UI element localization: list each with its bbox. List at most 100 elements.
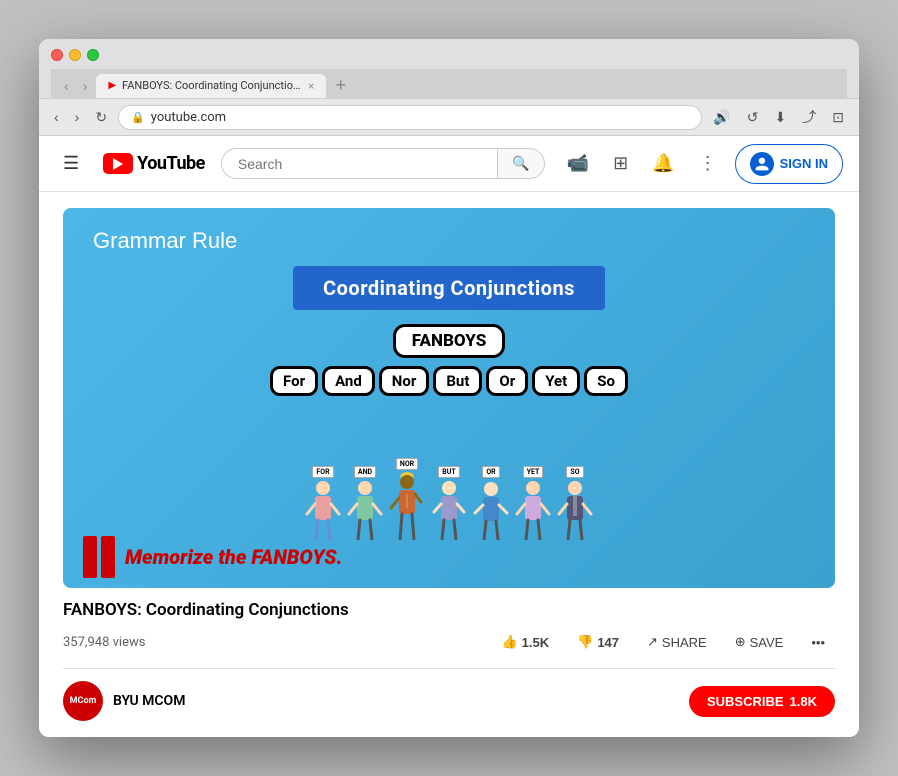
fanboys-word-so: So	[584, 366, 628, 396]
browser-window: ‹ › ▶ FANBOYS: Coordinating Conjunctions…	[39, 39, 859, 737]
traffic-lights	[51, 49, 847, 61]
character-for: FOR	[305, 466, 341, 540]
character-nor: NOR	[389, 458, 425, 540]
fanboys-container: FANBOYS ForAndNorButOrYetSo	[270, 324, 628, 396]
memorize-text: Memorize the FANBOYS.	[125, 545, 342, 569]
avatar-text: MCom	[70, 696, 97, 706]
tab-label: FANBOYS: Coordinating Conjunctions	[122, 79, 302, 92]
create-video-button[interactable]: 📹	[561, 147, 595, 180]
yt-main: Grammar Rule Coordinating Conjunctions F…	[39, 192, 859, 737]
fanboys-word-but: But	[433, 366, 482, 396]
more-options-button[interactable]: ⋮	[693, 147, 723, 180]
pause-overlay: Memorize the FANBOYS. pause now	[83, 536, 342, 578]
like-count: 1.5K	[522, 635, 549, 650]
volume-button[interactable]: 🔊	[708, 106, 735, 129]
refresh-button[interactable]: ↺	[742, 106, 764, 129]
forward-button[interactable]: ›	[78, 76, 93, 96]
dislike-count: 147	[597, 635, 619, 650]
back-button[interactable]: ‹	[59, 76, 74, 96]
sign-in-icon	[750, 152, 774, 176]
character-and-svg	[347, 480, 383, 540]
search-button[interactable]: 🔍	[497, 148, 544, 179]
reading-mode-button[interactable]: ⊡	[827, 106, 849, 129]
video-thumbnail[interactable]: Grammar Rule Coordinating Conjunctions F…	[63, 208, 835, 588]
search-container: 🔍	[221, 148, 545, 179]
share-button[interactable]: ⤴	[797, 104, 821, 130]
channel-avatar[interactable]: MCom	[63, 681, 103, 721]
reload-button[interactable]: ↻	[90, 106, 112, 129]
fanboys-word-or: Or	[486, 366, 528, 396]
video-stats-row: 357,948 views 👍 1.5K 👎 147 ↗ SHARE	[63, 628, 835, 656]
character-yet-svg	[515, 480, 551, 540]
yt-logo-icon	[103, 153, 133, 174]
divider	[63, 668, 835, 669]
yt-header: ☰ YouTube 🔍 📹 ⊞ 🔔 ⋮ SIGN IN	[39, 136, 859, 192]
download-icon[interactable]: ⬇	[770, 106, 792, 129]
fanboys-word-yet: Yet	[532, 366, 580, 396]
youtube-page: ☰ YouTube 🔍 📹 ⊞ 🔔 ⋮ SIGN IN	[39, 136, 859, 737]
character-or-svg	[473, 480, 509, 540]
ellipsis-icon: •••	[811, 635, 825, 650]
characters-row: FOR AND	[63, 458, 835, 540]
pause-bar-right	[101, 536, 115, 578]
character-so: SO	[557, 466, 593, 540]
subscriber-count: 1.8K	[790, 694, 817, 709]
header-right-actions: 📹 ⊞ 🔔 ⋮ SIGN IN	[561, 144, 843, 184]
address-bar-row: ‹ › ↻ 🔒 youtube.com 🔊 ↺ ⬇ ⤴ ⊡	[39, 99, 859, 136]
save-button[interactable]: ⊕ SAVE	[725, 628, 794, 656]
coordinating-conjunctions-banner: Coordinating Conjunctions	[293, 266, 605, 310]
browser-tab[interactable]: ▶ FANBOYS: Coordinating Conjunctions ×	[96, 74, 326, 98]
subscribe-button[interactable]: SUBSCRIBE 1.8K	[689, 686, 835, 717]
fanboys-words-row: ForAndNorButOrYetSo	[270, 366, 628, 396]
title-bar: ‹ › ▶ FANBOYS: Coordinating Conjunctions…	[39, 39, 859, 99]
share-label: SHARE	[662, 635, 707, 650]
yt-logo-text: YouTube	[137, 153, 205, 174]
forward-nav-button[interactable]: ›	[70, 106, 85, 128]
character-nor-svg	[389, 472, 425, 540]
video-actions: 👍 1.5K 👎 147 ↗ SHARE ⊕	[491, 628, 835, 656]
channel-name[interactable]: BYU MCOM	[113, 693, 185, 709]
search-input[interactable]	[221, 148, 497, 179]
close-tab-icon[interactable]: ×	[308, 79, 314, 93]
back-nav-button[interactable]: ‹	[49, 106, 64, 128]
maximize-button[interactable]	[87, 49, 99, 61]
fanboys-word-nor: Nor	[379, 366, 430, 396]
save-label: SAVE	[750, 635, 784, 650]
subscribe-label: SUBSCRIBE	[707, 694, 784, 709]
channel-row: MCom BYU MCOM SUBSCRIBE 1.8K	[63, 681, 835, 721]
character-and: AND	[347, 466, 383, 540]
fanboys-word-for: For	[270, 366, 318, 396]
notifications-button[interactable]: 🔔	[646, 147, 680, 180]
pause-bar-left	[83, 536, 97, 578]
character-but: BUT	[431, 466, 467, 540]
like-button[interactable]: 👍 1.5K	[491, 628, 559, 656]
share-button[interactable]: ↗ SHARE	[637, 628, 717, 656]
address-bar[interactable]: 🔒 youtube.com	[118, 105, 702, 130]
share-icon: ↗	[647, 634, 658, 650]
channel-left: MCom BYU MCOM	[63, 681, 185, 721]
video-background: Grammar Rule Coordinating Conjunctions F…	[63, 208, 835, 588]
fanboys-label: FANBOYS	[393, 324, 506, 358]
fanboys-word-and: And	[322, 366, 375, 396]
apps-button[interactable]: ⊞	[607, 147, 634, 180]
pause-now-text: pause now	[83, 581, 146, 588]
thumbs-down-icon: 👎	[577, 634, 593, 650]
minimize-button[interactable]	[69, 49, 81, 61]
more-actions-button[interactable]: •••	[801, 629, 835, 656]
yt-logo[interactable]: YouTube	[103, 153, 205, 174]
url-text: youtube.com	[151, 110, 226, 125]
dislike-button[interactable]: 👎 147	[567, 628, 629, 656]
pause-icon	[83, 536, 115, 578]
character-or: OR	[473, 466, 509, 540]
close-button[interactable]	[51, 49, 63, 61]
video-info: FANBOYS: Coordinating Conjunctions 357,9…	[63, 600, 835, 721]
video-title: FANBOYS: Coordinating Conjunctions	[63, 600, 835, 620]
character-but-svg	[431, 480, 467, 540]
sign-in-button[interactable]: SIGN IN	[735, 144, 843, 184]
character-for-svg	[305, 480, 341, 540]
thumbs-up-icon: 👍	[501, 634, 517, 650]
grammar-rule-text: Grammar Rule	[63, 208, 267, 262]
new-tab-button[interactable]: +	[330, 73, 351, 98]
video-views: 357,948 views	[63, 635, 145, 650]
hamburger-menu-button[interactable]: ☰	[55, 145, 87, 182]
